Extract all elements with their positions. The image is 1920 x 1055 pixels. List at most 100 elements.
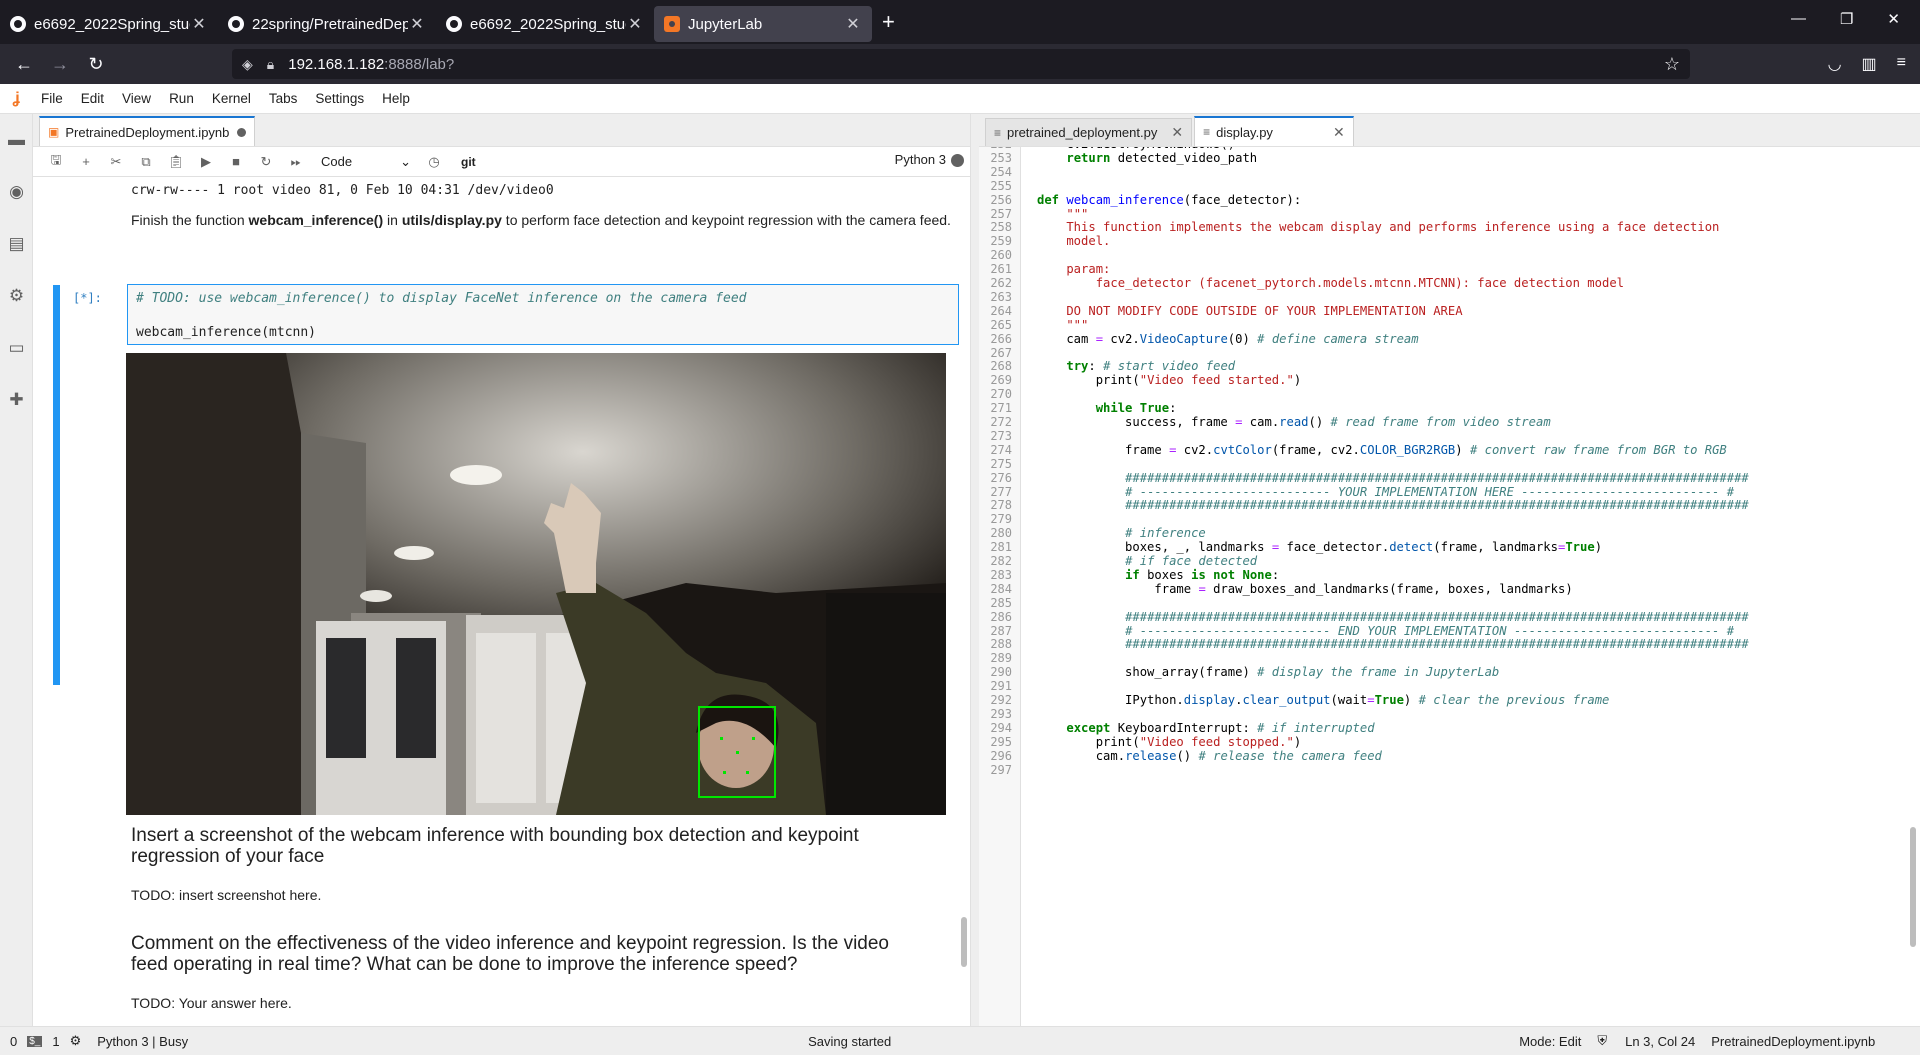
add-cell-icon[interactable]: + [71,154,101,169]
menu-view[interactable]: View [113,91,160,106]
line-number: 280 [990,526,1012,541]
folder-icon[interactable]: ▬ [0,114,33,166]
line-number: 289 [990,651,1012,666]
close-icon[interactable]: ✕ [844,14,862,34]
line-number: 263 [990,289,1012,304]
new-tab-icon[interactable]: + [882,9,895,35]
minimize-icon[interactable]: — [1791,10,1806,28]
md-text: Finish the function [131,212,249,228]
close-icon[interactable]: ✕ [1171,124,1183,141]
code-line: ########################################… [1125,470,1749,485]
paste-icon[interactable]: 📋︎ [161,154,191,170]
pocket-icon[interactable]: ◡ [1828,54,1842,74]
kernel-status-icon[interactable]: ⚙ [70,1033,82,1049]
property-inspector-icon[interactable]: ⚙ [0,270,33,322]
code-line: cam.release() # release the camera feed [1037,748,1382,763]
file-icon: ≡ [1203,125,1211,139]
commands-icon[interactable]: ▤ [0,218,33,270]
close-icon[interactable]: ✕ [190,14,208,34]
menu-settings[interactable]: Settings [306,91,373,106]
kernel-status[interactable]: Python 3 | Busy [97,1034,188,1049]
jupyter-menu-bar: ʝ File Edit View Run Kernel Tabs Setting… [0,84,1920,114]
browser-tab[interactable]: e6692_2022Spring_stude ✕ [0,6,218,42]
browser-tab[interactable]: e6692_2022Spring_stude ✕ [436,6,654,42]
status-zero[interactable]: 0 [10,1034,17,1049]
reload-icon[interactable]: ↻ [78,54,114,75]
chevron-down-icon: ⌄ [400,153,411,169]
hamburger-menu-icon[interactable]: ≡ [1897,54,1906,74]
save-icon[interactable]: 🖫︎ [41,151,71,173]
split-divider[interactable] [971,114,979,1026]
code-line: except KeyboardInterrupt: # if interrupt… [1066,720,1375,735]
cut-icon[interactable]: ✂ [101,154,131,170]
line-number: 276 [990,470,1012,485]
address-bar[interactable]: ◈ 🔒︎ 192.168.1.182:8888/lab? ☆ [232,49,1690,79]
restart-icon[interactable]: ↻ [251,154,281,170]
fast-forward-icon[interactable]: ⏩︎ [281,154,311,170]
code-editor[interactable]: 2522532542552562572582592602612622632642… [979,147,1920,1026]
code-cell-editor[interactable]: # TODO: use webcam_inference() to displa… [127,284,959,345]
url-host: 192.168.1.182 [288,55,385,73]
line-number: 291 [990,679,1012,694]
close-icon[interactable]: ✕ [1333,124,1345,141]
back-arrow-icon[interactable]: ← [6,54,42,75]
tab-pretrained-deployment[interactable]: ≡ pretrained_deployment.py ✕ [985,118,1193,146]
menu-tabs[interactable]: Tabs [260,91,307,106]
stop-icon[interactable]: ■ [221,154,251,169]
restore-icon[interactable]: ❐ [1840,10,1853,28]
code-line: This function implements the webcam disp… [1037,220,1720,235]
cell-type-dropdown[interactable]: Code ⌄ [321,154,419,170]
bookmark-star-icon[interactable]: ☆ [1664,54,1680,75]
scrollbar[interactable] [1910,827,1916,947]
running-icon[interactable]: ◉ [0,166,33,218]
menu-edit[interactable]: Edit [72,91,113,106]
scrollbar[interactable] [961,917,967,967]
shield-icon[interactable]: ◈ [242,56,253,73]
sidebar-icon[interactable]: ▥ [1862,54,1877,74]
tab-display[interactable]: ≡ display.py ✕ [1194,116,1354,146]
browser-tab-bar: e6692_2022Spring_stude ✕ 22spring/Pretrai… [0,0,1920,44]
markdown-text: TODO: insert screenshot here. [131,887,322,903]
markdown-heading: Insert a screenshot of the webcam infere… [131,825,859,867]
terminal-icon[interactable]: $_ [27,1035,43,1047]
landmark-point [746,771,749,774]
close-icon[interactable]: ✕ [408,14,426,34]
menu-run[interactable]: Run [160,91,203,106]
copy-icon[interactable]: ⧉ [131,154,161,170]
forward-arrow-icon[interactable]: → [42,54,78,75]
browser-tab-title: e6692_2022Spring_stude [470,15,626,33]
code-line: ########################################… [1125,637,1749,652]
code-line: ########################################… [1125,609,1749,624]
git-button[interactable]: git [461,155,476,169]
tab-notebook[interactable]: ▣ PretrainedDeployment.ipynb [39,116,256,146]
browser-tab[interactable]: 22spring/PretrainedDepl ✕ [218,6,436,42]
cursor-position[interactable]: Ln 3, Col 24 [1625,1034,1695,1049]
status-one[interactable]: 1 [52,1034,59,1049]
kernel-name[interactable]: Python 3 [895,152,946,167]
code-line: DO NOT MODIFY CODE OUTSIDE OF YOUR IMPLE… [1037,303,1463,318]
line-number: 292 [990,693,1012,707]
line-number: 255 [990,178,1012,193]
line-number: 290 [990,665,1012,680]
url-path: :8888/lab? [384,55,455,73]
browser-toolbar-right: ◡ ▥ ≡ [1828,54,1906,74]
menu-file[interactable]: File [32,91,72,106]
lock-icon[interactable]: 🔒︎ [267,56,274,73]
close-window-icon[interactable]: ✕ [1887,10,1900,28]
extension-icon[interactable]: ✚ [0,374,33,426]
line-number: 286 [990,609,1012,624]
menu-kernel[interactable]: Kernel [203,91,260,106]
browser-tab-active[interactable]: JupyterLab ✕ [654,6,872,42]
unsaved-dot-icon[interactable] [237,127,247,137]
clock-icon[interactable]: ◷ [419,154,449,170]
close-icon[interactable]: ✕ [626,14,644,34]
tabs-icon[interactable]: ▭ [0,322,33,374]
line-number: 283 [990,567,1012,582]
notebook-content[interactable]: crw-rw---- 1 root video 81, 0 Feb 10 04:… [33,177,971,1026]
active-cell-indicator[interactable] [53,285,60,685]
tab-label: display.py [1216,124,1273,140]
line-number: 274 [990,442,1012,457]
shield-icon[interactable]: ⛨ [1597,1033,1607,1049]
run-icon[interactable]: ▶ [191,154,221,170]
menu-help[interactable]: Help [373,91,419,106]
